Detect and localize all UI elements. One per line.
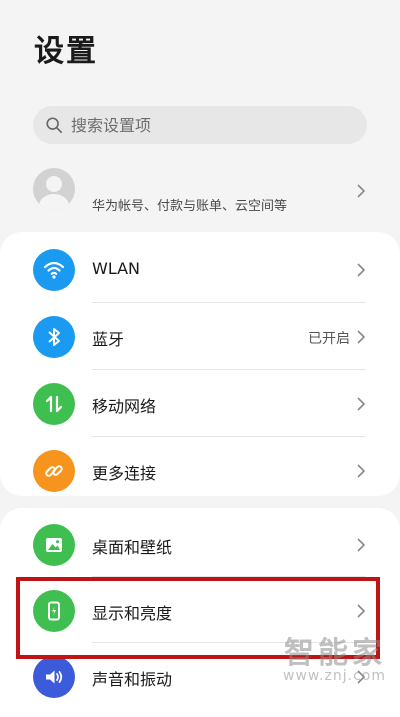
divider [92, 436, 366, 437]
divider [92, 302, 366, 303]
divider [92, 369, 366, 370]
default-user-icon [39, 176, 69, 210]
account-row[interactable]: 华为帐号、付款与账单、云空间等 [0, 160, 400, 222]
settings-item-label: 移动网络 [92, 397, 157, 416]
settings-item-label: 桌面和壁纸 [92, 538, 173, 557]
chevron-right-icon [357, 263, 366, 277]
chevron-right-icon [357, 184, 366, 198]
settings-item-more-connections[interactable]: 更多连接 [0, 438, 400, 504]
settings-item-label: WLAN [92, 259, 141, 278]
settings-item-wallpaper[interactable]: 桌面和壁纸 [0, 512, 400, 578]
settings-item-status: 已开启 [308, 331, 350, 347]
settings-item-wlan[interactable]: WLAN [0, 237, 400, 303]
sound-icon [33, 656, 75, 698]
account-description: 华为帐号、付款与账单、云空间等 [92, 199, 288, 214]
search-bar[interactable] [33, 106, 367, 144]
chevron-right-icon [357, 330, 366, 344]
wifi-icon [33, 249, 75, 291]
settings-item-bluetooth[interactable]: 蓝牙 已开启 [0, 304, 400, 370]
page-title: 设置 [34, 34, 98, 69]
watermark-url: www.znj.com [283, 668, 386, 684]
settings-item-label: 蓝牙 [92, 330, 125, 349]
watermark: 智能家 www.znj.com [283, 628, 386, 684]
settings-item-mobile-network[interactable]: 移动网络 [0, 371, 400, 437]
mobile-data-icon [33, 383, 75, 425]
link-icon [33, 450, 75, 492]
bluetooth-icon [33, 316, 75, 358]
chevron-right-icon [357, 397, 366, 411]
settings-item-label: 更多连接 [92, 464, 157, 483]
search-input[interactable] [71, 115, 331, 135]
settings-item-label: 声音和振动 [92, 670, 173, 689]
watermark-text: 智能家 [284, 636, 386, 671]
wallpaper-icon [33, 524, 75, 566]
chevron-right-icon [357, 464, 366, 478]
search-icon [46, 117, 63, 134]
chevron-right-icon [357, 538, 366, 552]
connectivity-group: WLAN 蓝牙 已开启 移动网络 更多连接 [0, 232, 400, 496]
avatar [33, 168, 75, 210]
